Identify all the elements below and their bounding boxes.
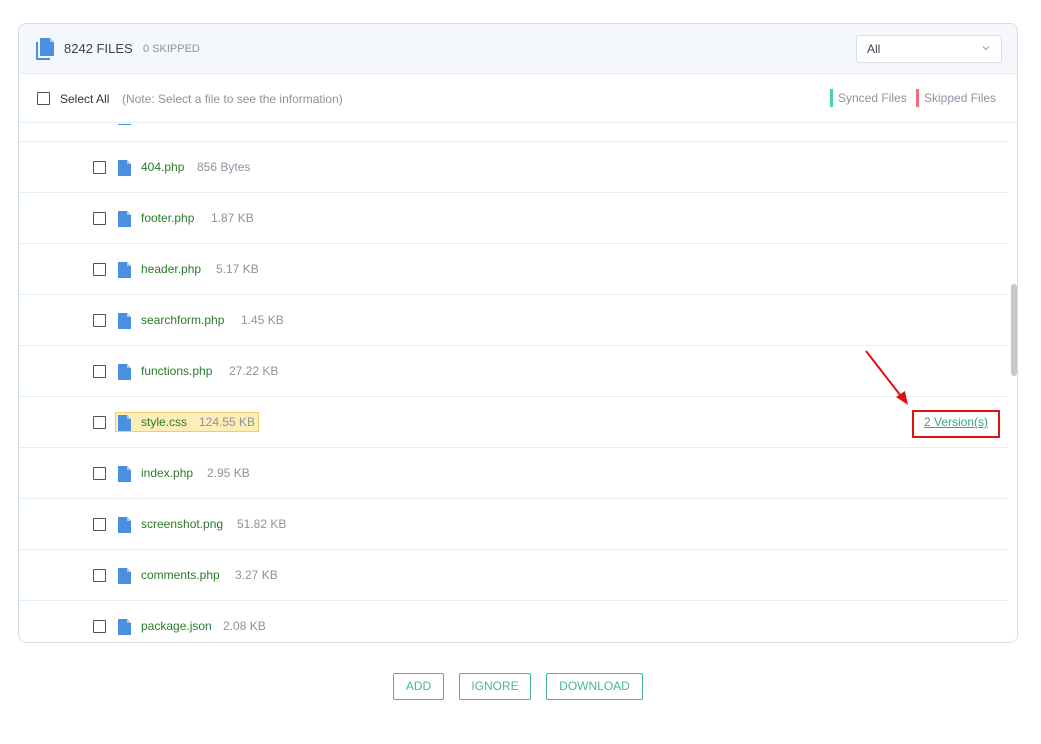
chevron-down-icon [982, 46, 990, 51]
versions-link[interactable]: 2 Version(s) [924, 415, 988, 429]
file-icon [118, 364, 131, 380]
file-checkbox[interactable] [93, 569, 106, 582]
file-icon [118, 211, 131, 227]
file-checkbox[interactable] [93, 161, 106, 174]
file-row[interactable]: header.php 5.17 KB [19, 244, 1008, 295]
add-button[interactable]: ADD [393, 673, 444, 700]
scrollbar-track[interactable] [1009, 124, 1017, 642]
file-row[interactable]: comments.php 3.27 KB [19, 550, 1008, 601]
file-name[interactable]: package.json [141, 619, 212, 633]
file-name[interactable]: 404.php [141, 160, 184, 174]
file-size: 124.55 KB [199, 415, 256, 429]
file-size: 2.08 KB [223, 619, 266, 633]
select-all-label[interactable]: Select All [60, 92, 109, 106]
file-row[interactable]: 404.php 856 Bytes [19, 142, 1008, 193]
file-checkbox[interactable] [93, 620, 106, 633]
download-button[interactable]: DOWNLOAD [546, 673, 643, 700]
filter-select-value: All [867, 42, 881, 56]
files-icon [36, 38, 54, 60]
file-size: 3.27 KB [235, 568, 278, 582]
file-checkbox[interactable] [93, 314, 106, 327]
file-row-partial [19, 124, 1008, 142]
select-all-checkbox[interactable] [37, 92, 50, 105]
file-checkbox[interactable] [93, 416, 106, 429]
ignore-button[interactable]: IGNORE [459, 673, 531, 700]
file-icon [118, 619, 131, 635]
file-icon [118, 124, 131, 125]
file-name[interactable]: style.css [141, 415, 187, 429]
file-checkbox[interactable] [93, 518, 106, 531]
file-name[interactable]: screenshot.png [141, 517, 223, 531]
file-icon [118, 262, 131, 278]
files-count: 8242 FILES [64, 41, 133, 56]
file-row[interactable]: package.json 2.08 KB [19, 601, 1008, 642]
file-checkbox[interactable] [93, 212, 106, 225]
file-icon [118, 415, 131, 431]
file-size: 5.17 KB [216, 262, 259, 276]
file-icon [118, 466, 131, 482]
file-checkbox[interactable] [93, 263, 106, 276]
file-row[interactable]: screenshot.png 51.82 KB [19, 499, 1008, 550]
file-row[interactable]: searchform.php 1.45 KB [19, 295, 1008, 346]
file-name[interactable]: index.php [141, 466, 193, 480]
legend-synced: Synced Files [830, 89, 907, 107]
file-icon [118, 517, 131, 533]
file-checkbox[interactable] [93, 467, 106, 480]
select-note: (Note: Select a file to see the informat… [122, 92, 343, 106]
file-size: 1.45 KB [241, 313, 284, 327]
file-browser-panel: 8242 FILES 0 SKIPPED All Select All (Not… [18, 23, 1018, 643]
file-icon [118, 160, 131, 176]
filter-select[interactable]: All [856, 35, 1002, 63]
scrollbar-thumb[interactable] [1011, 284, 1017, 376]
file-name[interactable]: footer.php [141, 211, 194, 225]
file-name[interactable]: comments.php [141, 568, 220, 582]
list-toolbar: Select All (Note: Select a file to see t… [19, 74, 1017, 123]
skipped-count: 0 SKIPPED [143, 43, 200, 55]
file-size: 856 Bytes [197, 160, 251, 174]
legend-skipped: Skipped Files [916, 89, 996, 107]
file-size: 1.87 KB [211, 211, 254, 225]
file-name[interactable]: header.php [141, 262, 201, 276]
file-row[interactable]: index.php 2.95 KB [19, 448, 1008, 499]
panel-header: 8242 FILES 0 SKIPPED All [19, 24, 1017, 74]
red-arrow-annotation [865, 350, 908, 405]
file-name[interactable]: searchform.php [141, 313, 224, 327]
file-checkbox[interactable] [93, 365, 106, 378]
file-size: 51.82 KB [237, 517, 287, 531]
file-name[interactable]: functions.php [141, 364, 212, 378]
file-size: 27.22 KB [229, 364, 279, 378]
file-icon [118, 313, 131, 329]
file-row[interactable]: footer.php 1.87 KB [19, 193, 1008, 244]
file-icon [118, 568, 131, 584]
file-size: 2.95 KB [207, 466, 250, 480]
